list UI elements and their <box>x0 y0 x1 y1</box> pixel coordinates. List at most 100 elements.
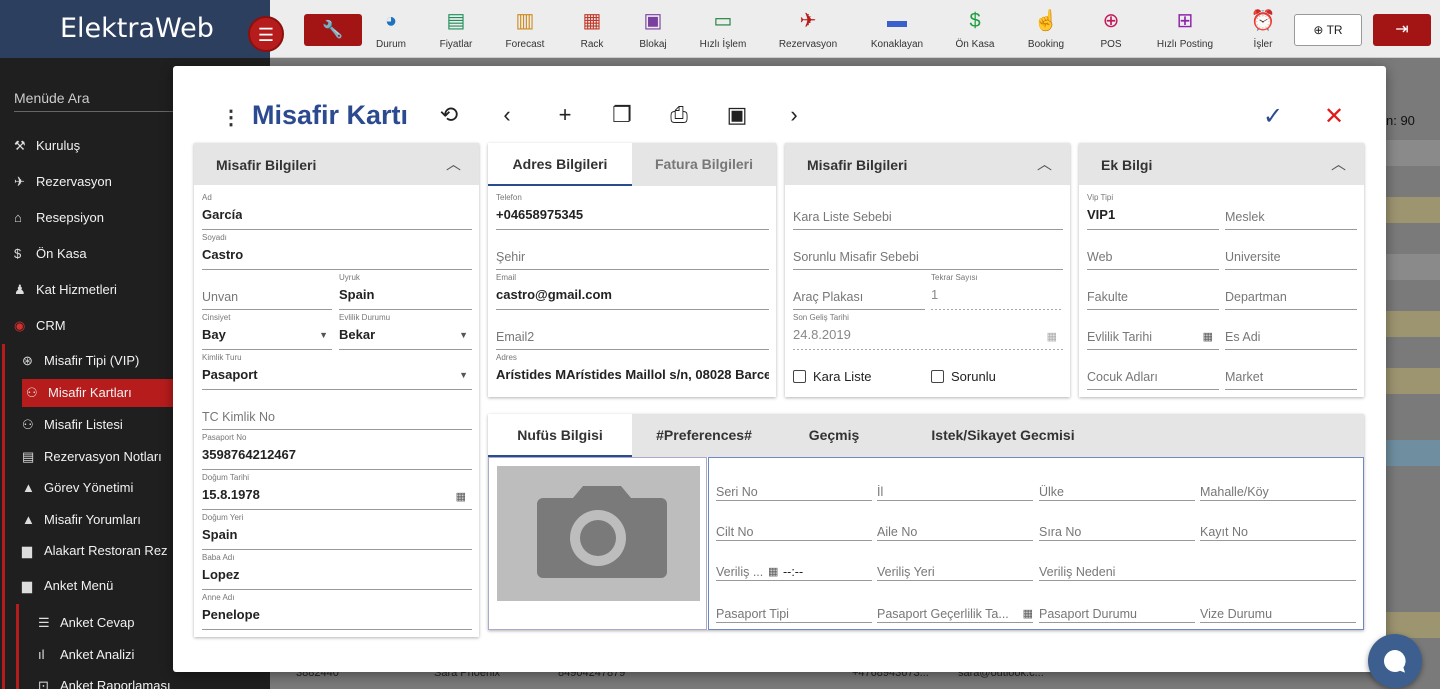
occupation-field[interactable]: Meslek <box>1225 193 1357 230</box>
family-no-field[interactable]: Aile No <box>877 508 1033 541</box>
tab-invoice[interactable]: Fatura Bilgileri <box>632 143 776 186</box>
birth-date-field[interactable]: Doğum Tarihi 15.8.1978 ▦ <box>202 473 472 510</box>
country-field[interactable]: Ülke <box>1039 468 1195 501</box>
serial-no-field[interactable]: Seri No <box>716 468 872 501</box>
save-icon[interactable]: ▣ <box>723 102 751 128</box>
address-field[interactable]: Adres Arístides MArístides Maillol s/n, … <box>496 353 769 390</box>
spouse-name-field[interactable]: Es Adi <box>1225 313 1357 350</box>
toolbar-alarm-button[interactable]: ⏰ İşler <box>1228 8 1298 50</box>
sidebar-item-2[interactable]: ⌂ Resepsiyon <box>14 210 104 225</box>
language-button[interactable]: ⊕ TR <box>1294 14 1362 46</box>
toolbar-plane-button[interactable]: ✈ Rezervasyon <box>773 8 843 50</box>
sidebar-item-16[interactable]: ⊡ Anket Raporlaması <box>38 678 171 689</box>
more-options-icon[interactable]: ⋮ <box>221 105 241 130</box>
app-logo[interactable]: ElektraWeb <box>0 0 270 58</box>
passport-no-field[interactable]: Pasaport No 3598764212467 <box>202 433 472 470</box>
university-field[interactable]: Universite <box>1225 233 1357 270</box>
sidebar-item-5[interactable]: ◉ CRM <box>14 318 66 334</box>
chevron-up-icon[interactable]: ︿ <box>1037 153 1052 174</box>
sidebar-item-9[interactable]: ▤ Rezervasyon Notları <box>22 449 162 465</box>
department-field[interactable]: Departman <box>1225 273 1357 310</box>
problem-guest-reason-field[interactable]: Sorunlu Misafir Sebebi <box>793 233 1063 270</box>
phone-field[interactable]: Telefon +04658975345 <box>496 193 769 230</box>
repeat-count-field[interactable]: Tekrar Sayısı 1 <box>931 273 1063 310</box>
district-field[interactable]: Mahalle/Köy <box>1200 468 1356 501</box>
copy-icon[interactable]: ❐ <box>608 102 636 128</box>
tab-history[interactable]: Geçmiş <box>776 414 892 457</box>
sidebar-item-15[interactable]: ıl Anket Analizi <box>38 647 134 662</box>
card-header[interactable]: Misafir Bilgileri ︿ <box>194 143 479 185</box>
blacklist-reason-field[interactable]: Kara Liste Sebebi <box>793 193 1063 230</box>
sidebar-item-8[interactable]: ⚇ Misafir Listesi <box>22 417 123 433</box>
issue-reason-field[interactable]: Veriliş Nedeni <box>1039 548 1356 581</box>
card-header[interactable]: Misafir Bilgileri ︿ <box>785 143 1070 185</box>
vip-type-field[interactable]: Vip Tipi VIP1 <box>1087 193 1219 230</box>
city-field[interactable]: Şehir <box>496 233 769 270</box>
settings-button[interactable]: 🔧 <box>304 14 362 46</box>
visa-status-field[interactable]: Vize Durumu <box>1200 590 1356 623</box>
toolbar-pie-button[interactable]: ◕ Durum <box>356 8 426 50</box>
birth-place-field[interactable]: Doğum Yeri Spain <box>202 513 472 550</box>
issue-place-field[interactable]: Veriliş Yeri <box>877 548 1033 581</box>
tab-preferences[interactable]: #Preferences# <box>632 414 776 457</box>
menu-button[interactable]: ☰ <box>248 16 284 52</box>
logout-button[interactable]: ⇥ <box>1373 14 1431 46</box>
guest-photo[interactable] <box>497 466 700 601</box>
email2-field[interactable]: Email2 <box>496 313 769 350</box>
tc-id-field[interactable]: TC Kimlik No <box>202 393 472 430</box>
record-no-field[interactable]: Kayıt No <box>1200 508 1356 541</box>
market-field[interactable]: Market <box>1225 353 1357 390</box>
marital-status-select[interactable]: Evlilik Durumu Bekar ▼ <box>339 313 472 350</box>
first-name-field[interactable]: Ad García <box>202 193 472 230</box>
toolbar-hand-button[interactable]: ☝ Booking <box>1011 8 1081 50</box>
toolbar-forecast-button[interactable]: ▥ Forecast <box>490 8 560 50</box>
add-icon[interactable]: + <box>551 102 579 128</box>
blacklist-checkbox[interactable]: Kara Liste <box>793 369 872 384</box>
toolbar-cart-button[interactable]: ⊞ Hızlı Posting <box>1150 8 1220 50</box>
calendar-icon[interactable]: ▦ <box>1203 330 1213 343</box>
print-icon[interactable]: ⎙ <box>665 102 693 128</box>
toolbar-dollar-button[interactable]: $ Ön Kasa <box>940 8 1010 50</box>
license-plate-field[interactable]: Araç Plakası <box>793 273 925 310</box>
sidebar-item-1[interactable]: ✈ Rezervasyon <box>14 174 112 190</box>
toolbar-bed-button[interactable]: ▬ Konaklayan <box>862 8 932 50</box>
tab-registry[interactable]: Nufüs Bilgisi <box>488 414 632 457</box>
sidebar-item-10[interactable]: ▲ Görev Yönetimi <box>22 480 133 495</box>
passport-validity-field[interactable]: Pasaport Geçerlilik Ta... ▦ <box>877 590 1033 623</box>
toolbar-laptop-button[interactable]: ▭ Hızlı İşlem <box>688 8 758 50</box>
sidebar-item-13[interactable]: ▆ Anket Menü <box>22 578 113 594</box>
nationality-field[interactable]: Uyruk Spain <box>339 273 472 310</box>
calendar-icon[interactable]: ▦ <box>768 565 778 578</box>
next-icon[interactable]: › <box>780 102 808 128</box>
last-visit-date-field[interactable]: Son Geliş Tarihi 24.8.2019 ▦ <box>793 313 1063 350</box>
toolbar-cart-plus-button[interactable]: ⊕ POS <box>1076 8 1146 50</box>
toolbar-price-button[interactable]: ▤ Fiyatlar <box>421 8 491 50</box>
chevron-up-icon[interactable]: ︿ <box>446 153 461 174</box>
close-icon[interactable]: ✕ <box>1324 102 1344 131</box>
calendar-icon[interactable]: ▦ <box>456 490 466 503</box>
father-name-field[interactable]: Baba Adı Lopez <box>202 553 472 590</box>
menu-search-input[interactable]: Menüde Ara <box>14 90 90 106</box>
web-field[interactable]: Web <box>1087 233 1219 270</box>
history-icon[interactable]: ⟲ <box>435 102 463 128</box>
passport-status-field[interactable]: Pasaport Durumu <box>1039 590 1195 623</box>
children-names-field[interactable]: Cocuk Adları <box>1087 353 1219 390</box>
chat-button[interactable] <box>1368 634 1422 688</box>
calendar-icon[interactable]: ▦ <box>1023 607 1033 620</box>
sidebar-item-3[interactable]: $ Ön Kasa <box>14 246 87 261</box>
last-name-field[interactable]: Soyadı Castro <box>202 233 472 270</box>
email-field[interactable]: Email castro@gmail.com <box>496 273 769 310</box>
sidebar-item-6[interactable]: ⊛ Misafir Tipi (VIP) <box>22 353 139 369</box>
chevron-up-icon[interactable]: ︿ <box>1331 153 1346 174</box>
previous-icon[interactable]: ‹ <box>493 102 521 128</box>
problem-guest-checkbox[interactable]: Sorunlu <box>931 369 996 384</box>
faculty-field[interactable]: Fakulte <box>1087 273 1219 310</box>
id-type-select[interactable]: Kimlik Turu Pasaport ▼ <box>202 353 472 390</box>
gender-select[interactable]: Cinsiyet Bay ▼ <box>202 313 332 350</box>
toolbar-calendar-button[interactable]: ▣ Blokaj <box>618 8 688 50</box>
volume-no-field[interactable]: Cilt No <box>716 508 872 541</box>
tab-requests[interactable]: Istek/Sikayet Gecmisi <box>908 414 1098 457</box>
sidebar-item-14[interactable]: ☰ Anket Cevap <box>38 615 134 631</box>
tab-address[interactable]: Adres Bilgileri <box>488 143 632 186</box>
toolbar-rack-button[interactable]: ▦ Rack <box>557 8 627 50</box>
